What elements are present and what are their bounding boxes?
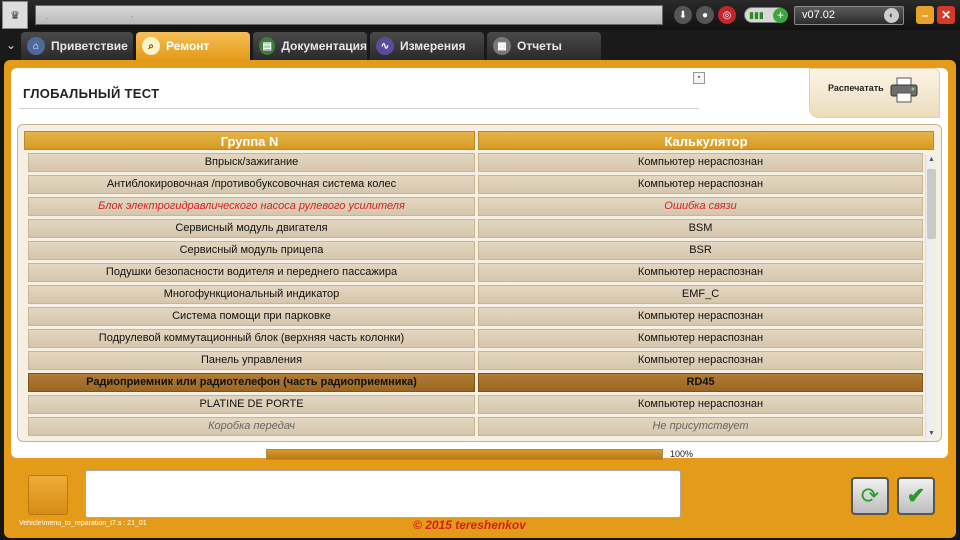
table-row[interactable]: Впрыск/зажигание Компьютер нераспознан — [18, 153, 928, 172]
group-cell: Радиоприемник или радиотелефон (часть ра… — [28, 373, 475, 392]
calculator-cell: Ошибка связи — [478, 197, 923, 216]
calculator-cell: RD45 — [478, 373, 923, 392]
chevron-down-icon[interactable]: ⌄ — [2, 30, 20, 60]
global-test-panel: ГЛОБАЛЬНЫЙ ТЕСТ ▪ Распечатать Группа N К… — [11, 68, 948, 458]
calculator-cell: Компьютер нераспознан — [478, 329, 923, 348]
checkmark-icon: ✔ — [906, 483, 926, 508]
tab-label: Приветствие — [51, 39, 128, 53]
group-cell: Многофункциональный индикатор — [28, 285, 475, 304]
home-icon: ⌂ — [27, 37, 45, 55]
table-row[interactable]: Коробка передач Не присутствует — [18, 417, 928, 436]
main-area: ГЛОБАЛЬНЫЙ ТЕСТ ▪ Распечатать Группа N К… — [4, 60, 956, 538]
calculator-cell: BSM — [478, 219, 923, 238]
table-row[interactable]: PLATINE DE PORTE Компьютер нераспознан — [18, 395, 928, 414]
settings-knob-icon[interactable]: ◐ — [884, 8, 899, 23]
close-button[interactable]: ✕ — [937, 6, 955, 24]
user-icon[interactable]: ● — [696, 6, 714, 24]
calculator-cell: Компьютер нераспознан — [478, 307, 923, 326]
ecu-table: Группа N Калькулятор Впрыск/зажигание Ком… — [17, 124, 942, 442]
watermark: © 2015 tereshenkov — [413, 518, 526, 532]
magnifier-icon: ⌕ — [142, 37, 160, 55]
calculator-cell: Компьютер нераспознан — [478, 175, 923, 194]
group-cell: Коробка передач — [28, 417, 475, 436]
tab-welcome[interactable]: ⌂ Приветствие — [21, 32, 133, 60]
record-icon[interactable]: ◎ — [718, 6, 736, 24]
column-header-calculator[interactable]: Калькулятор — [478, 131, 934, 150]
calculator-cell: BSR — [478, 241, 923, 260]
calculator-cell: Не присутствует — [478, 417, 923, 436]
refresh-icon: ⟳ — [860, 483, 880, 508]
progress-bar — [266, 449, 663, 460]
tab-bar: ⌄ ⌂ Приветствие ⌕ Ремонт ▤ Документация … — [0, 30, 960, 60]
tab-reports[interactable]: ▦ Отчеты — [487, 32, 601, 60]
bottom-bar: ⟳ ✔ Vehicle\menu_to_reparation_t7.s : 21… — [11, 462, 948, 532]
battery-level: ▮▮▮ — [749, 10, 764, 20]
printer-icon — [890, 77, 918, 103]
book-icon: ▤ — [259, 37, 276, 55]
group-cell: Подрулевой коммутационный блок (верхняя … — [28, 329, 475, 348]
version-label: v07.02 — [802, 9, 836, 21]
top-bar: ♛ . · ⬇ ● ◎ ▮▮▮ + v07.02 ◐ – ✕ — [0, 0, 960, 30]
tab-label: Ремонт — [166, 39, 210, 53]
group-cell: Впрыск/зажигание — [28, 153, 475, 172]
calculator-cell: EMF_C — [478, 285, 923, 304]
tab-repair[interactable]: ⌕ Ремонт — [136, 32, 250, 60]
table-body: Впрыск/зажигание Компьютер нераспознан Ант… — [18, 153, 943, 439]
scroll-thumb[interactable] — [927, 169, 936, 239]
tab-documentation[interactable]: ▤ Документация — [253, 32, 367, 60]
status-indicator — [28, 475, 68, 515]
table-row[interactable]: Подушки безопасности водителя и переднег… — [18, 263, 928, 282]
group-cell: Система помощи при парковке — [28, 307, 475, 326]
scroll-up-icon[interactable]: ▲ — [926, 155, 937, 165]
calculator-cell: Компьютер нераспознан — [478, 153, 923, 172]
refresh-button[interactable]: ⟳ — [851, 477, 889, 515]
plus-icon[interactable]: + — [773, 8, 788, 23]
screen-id: Vehicle\menu_to_reparation_t7.s : 21_01 — [19, 520, 147, 527]
tab-label: Отчеты — [517, 39, 562, 53]
confirm-button[interactable]: ✔ — [897, 477, 935, 515]
table-row[interactable]: Система помощи при парковке Компьютер нер… — [18, 307, 928, 326]
table-row[interactable]: Сервисный модуль двигателя BSM — [18, 219, 928, 238]
table-row[interactable]: Радиоприемник или радиотелефон (часть ра… — [18, 373, 928, 392]
tab-label: Документация — [281, 39, 367, 53]
group-cell: Антиблокировочная /противобуксовочная си… — [28, 175, 475, 194]
message-area — [85, 470, 681, 518]
group-cell: Подушки безопасности водителя и переднег… — [28, 263, 475, 282]
calculator-cell: Компьютер нераспознан — [478, 351, 923, 370]
brand-logo: ♛ — [2, 1, 28, 29]
table-row[interactable]: Антиблокировочная /противобуксовочная си… — [18, 175, 928, 194]
report-icon: ▦ — [493, 37, 511, 55]
table-row[interactable]: Блок электрогидравлического насоса рулев… — [18, 197, 928, 216]
tab-label: Измерения — [400, 39, 466, 53]
print-button[interactable]: Распечатать — [809, 68, 940, 118]
vertical-scrollbar[interactable]: ▲ ▼ — [925, 155, 936, 439]
table-row[interactable]: Панель управления Компьютер нераспознан — [18, 351, 928, 370]
calculator-cell: Компьютер нераспознан — [478, 395, 923, 414]
table-row[interactable]: Подрулевой коммутационный блок (верхняя … — [18, 329, 928, 348]
column-header-group[interactable]: Группа N — [24, 131, 475, 150]
group-cell: PLATINE DE PORTE — [28, 395, 475, 414]
group-cell: Блок электрогидравлического насоса рулев… — [28, 197, 475, 216]
scroll-down-icon[interactable]: ▼ — [926, 429, 937, 439]
collapse-toggle[interactable]: ▪ — [693, 72, 705, 84]
waveform-icon: ∿ — [376, 37, 394, 55]
title-divider — [19, 108, 699, 109]
progress-label: 100% — [670, 449, 694, 459]
download-icon[interactable]: ⬇ — [674, 6, 692, 24]
table-row[interactable]: Сервисный модуль прицепа BSR — [18, 241, 928, 260]
version-selector[interactable]: v07.02 ◐ — [794, 6, 904, 25]
address-bar: . · — [35, 5, 663, 25]
minimize-button[interactable]: – — [916, 6, 934, 24]
page-title: ГЛОБАЛЬНЫЙ ТЕСТ — [23, 86, 160, 101]
tab-measurements[interactable]: ∿ Измерения — [370, 32, 484, 60]
group-cell: Сервисный модуль двигателя — [28, 219, 475, 238]
address-bar-indicators: . · — [46, 12, 174, 21]
print-label: Распечатать — [828, 83, 884, 93]
calculator-cell: Компьютер нераспознан — [478, 263, 923, 282]
group-cell: Сервисный модуль прицепа — [28, 241, 475, 260]
table-row[interactable]: Многофункциональный индикатор EMF_C — [18, 285, 928, 304]
battery-indicator: ▮▮▮ + — [744, 7, 788, 23]
progress-fill — [267, 450, 662, 459]
group-cell: Панель управления — [28, 351, 475, 370]
